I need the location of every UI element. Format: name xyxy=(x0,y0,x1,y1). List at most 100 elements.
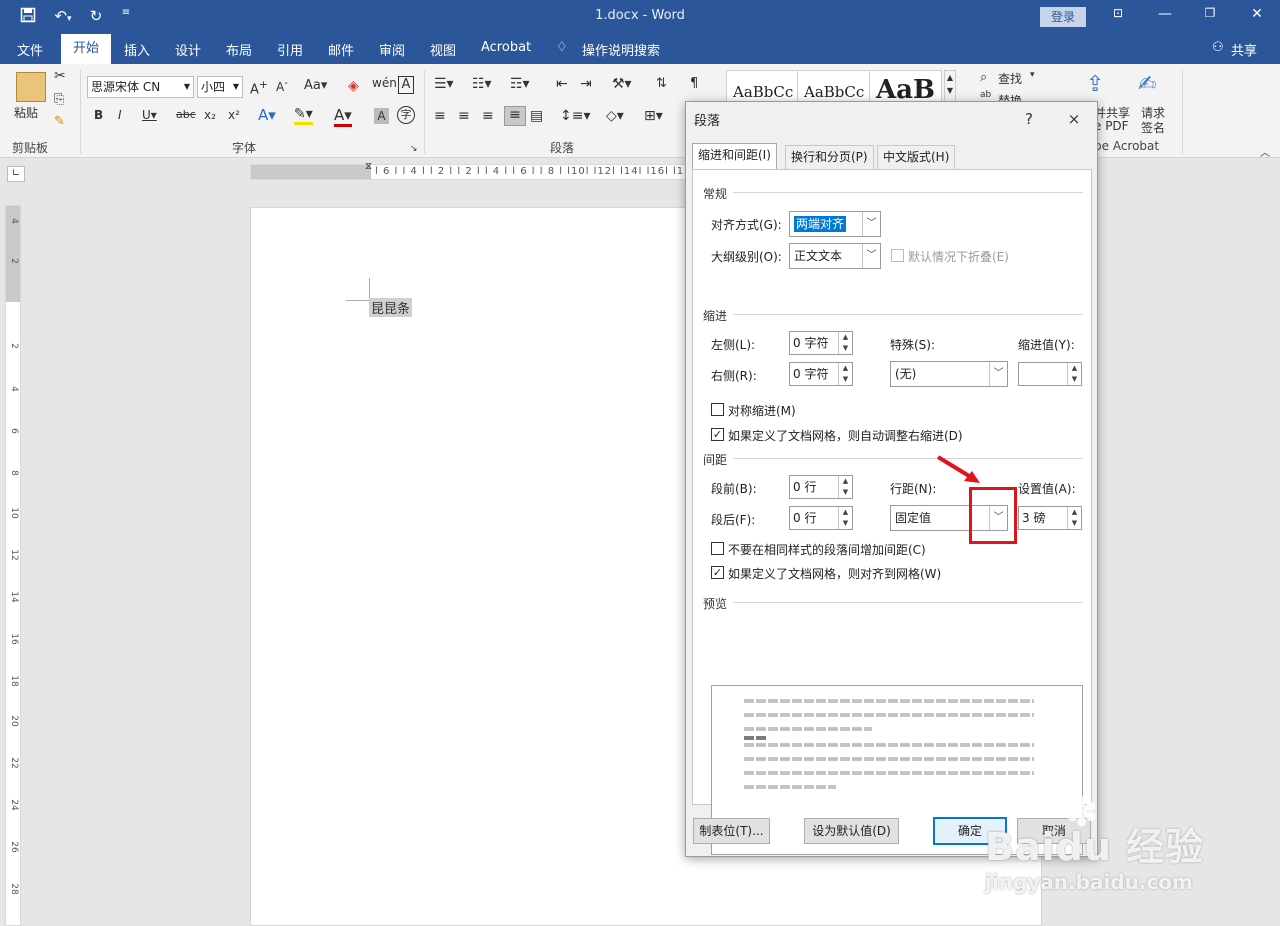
spinner-arrows[interactable]: ▲ ▼ xyxy=(1067,507,1081,529)
tab-references[interactable]: 引用 xyxy=(277,40,303,59)
special-indent-select[interactable]: (无) ﹀ xyxy=(890,361,1008,387)
close-window-icon[interactable]: ✕ xyxy=(1247,6,1267,26)
tab-file[interactable]: 文件 xyxy=(17,40,43,59)
tab-home[interactable]: 开始 xyxy=(61,34,112,64)
document-text[interactable]: 昆昆条 xyxy=(369,298,413,317)
minimize-icon[interactable]: — xyxy=(1155,6,1175,26)
tab-indents-spacing[interactable]: 缩进和间距(I) xyxy=(692,143,777,170)
collapse-default-checkbox[interactable] xyxy=(891,249,904,262)
subscript-icon[interactable]: x₂ xyxy=(204,108,216,122)
font-dialog-launcher-icon[interactable]: ↘ xyxy=(410,144,418,154)
chevron-down-icon[interactable]: ﹀ xyxy=(862,212,880,236)
spinner-arrows[interactable]: ▲ ▼ xyxy=(838,332,852,354)
align-center-icon[interactable]: ≡ xyxy=(458,108,470,124)
chevron-down-icon[interactable]: ﹀ xyxy=(862,244,880,268)
space-before-spinner[interactable]: 0 行 ▲ ▼ xyxy=(789,475,853,499)
tab-asian-typography[interactable]: 中文版式(H) xyxy=(877,145,956,169)
space-after-spinner[interactable]: 0 行 ▲ ▼ xyxy=(789,506,853,530)
superscript-icon[interactable]: x² xyxy=(228,108,240,122)
ribbon-display-icon[interactable]: ⊡ xyxy=(1108,6,1128,26)
customize-icon[interactable]: ≡ xyxy=(116,7,136,18)
change-case-icon[interactable]: Aa▾ xyxy=(304,78,327,93)
find-icon[interactable]: ⌕ xyxy=(980,70,987,85)
text-effects-icon[interactable]: A▾ xyxy=(258,106,276,124)
no-space-same-style-checkbox[interactable] xyxy=(711,542,724,555)
justify-icon[interactable]: ≡ xyxy=(504,106,526,126)
spacing-at-spinner[interactable]: 3 磅 ▲ ▼ xyxy=(1018,506,1082,530)
tab-acrobat[interactable]: Acrobat xyxy=(481,40,531,55)
increase-indent-icon[interactable]: ⇥ xyxy=(580,76,592,92)
set-default-button[interactable]: 设为默认值(D) xyxy=(804,818,899,844)
underline-icon[interactable]: U▾ xyxy=(142,108,157,122)
font-name-select[interactable]: 思源宋体 CN ▼ xyxy=(87,76,194,98)
format-painter-icon[interactable]: ✎ xyxy=(54,114,65,129)
show-marks-icon[interactable]: ¶ xyxy=(690,76,698,91)
spinner-arrows[interactable]: ▲ ▼ xyxy=(838,476,852,498)
align-left-icon[interactable]: ≡ xyxy=(434,108,446,124)
tab-insert[interactable]: 插入 xyxy=(124,40,150,59)
highlight-color-icon[interactable]: ✎▾ xyxy=(294,106,313,125)
alignment-select[interactable]: 两端对齐 ﹀ xyxy=(789,211,881,237)
undo-icon[interactable]: ↶▾ xyxy=(48,7,78,25)
grow-font-icon[interactable]: A+ xyxy=(250,78,268,97)
phonetic-guide-icon[interactable]: wén xyxy=(372,76,397,90)
cut-icon[interactable]: ✂ xyxy=(54,68,66,84)
strikethrough-icon[interactable]: abc xyxy=(176,108,196,121)
spinner-arrows[interactable]: ▲ ▼ xyxy=(838,363,852,385)
pdf-share-icon[interactable]: ⇪ xyxy=(1086,72,1104,97)
copy-icon[interactable]: ⎘ xyxy=(54,92,64,107)
chevron-down-icon[interactable]: ﹀ xyxy=(989,362,1007,386)
borders-icon[interactable]: ⊞▾ xyxy=(644,108,663,124)
tabs-button[interactable]: 制表位(T)... xyxy=(693,818,770,844)
save-icon[interactable] xyxy=(18,7,38,27)
replace-icon[interactable]: ab xyxy=(980,90,991,100)
collapse-ribbon-icon[interactable]: ︿ xyxy=(1260,144,1270,159)
font-color-icon[interactable]: A▾ xyxy=(334,106,352,127)
mirror-indent-checkbox[interactable] xyxy=(711,403,724,416)
multilevel-list-icon[interactable]: ☶▾ xyxy=(510,76,530,92)
tab-view[interactable]: 视图 xyxy=(430,40,456,59)
help-icon[interactable]: ? xyxy=(1018,108,1040,130)
sort-icon[interactable]: ⇅ xyxy=(656,76,667,91)
spinner-arrows[interactable]: ▲ ▼ xyxy=(838,507,852,529)
spinner-arrows[interactable]: ▲ ▼ xyxy=(1067,363,1081,385)
redo-icon[interactable]: ↻ xyxy=(86,7,106,25)
request-signature-label-2[interactable]: 签名 xyxy=(1141,119,1165,136)
shading-icon[interactable]: ◇▾ xyxy=(606,108,624,124)
tab-selector-icon[interactable]: ∟ xyxy=(7,166,25,182)
align-right-icon[interactable]: ≡ xyxy=(482,108,494,124)
numbering-icon[interactable]: ☷▾ xyxy=(472,76,492,92)
outline-level-select[interactable]: 正文文本 ﹀ xyxy=(789,243,881,269)
paste-button[interactable]: 粘贴 xyxy=(14,104,38,121)
font-size-select[interactable]: 小四 ▼ xyxy=(197,76,243,98)
login-button[interactable]: 登录 xyxy=(1040,7,1086,27)
tab-review[interactable]: 审阅 xyxy=(379,40,405,59)
tab-line-page-breaks[interactable]: 换行和分页(P) xyxy=(785,145,874,169)
snap-to-grid-checkbox[interactable]: ✓ xyxy=(711,566,724,579)
tab-mailings[interactable]: 邮件 xyxy=(328,40,354,59)
decrease-indent-icon[interactable]: ⇤ xyxy=(556,76,568,92)
bullets-icon[interactable]: ☰▾ xyxy=(434,76,454,92)
line-spacing-icon[interactable]: ↕≡▾ xyxy=(560,108,591,124)
auto-adjust-checkbox[interactable]: ✓ xyxy=(711,428,724,441)
sign-request-icon[interactable]: ✍ xyxy=(1138,72,1156,97)
restore-icon[interactable]: ❐ xyxy=(1200,6,1220,26)
indent-by-spinner[interactable]: ▲ ▼ xyxy=(1018,362,1082,386)
shrink-font-icon[interactable]: A- xyxy=(276,78,288,94)
enclose-char-icon[interactable]: 字 xyxy=(397,106,415,124)
indent-marker-icon[interactable]: ⧖ xyxy=(365,161,372,172)
indent-right-spinner[interactable]: 0 字符 ▲ ▼ xyxy=(789,362,853,386)
bold-icon[interactable]: B xyxy=(94,108,103,122)
char-border-icon[interactable]: A xyxy=(398,76,414,94)
tell-me-search[interactable]: 操作说明搜索 xyxy=(582,40,660,59)
italic-icon[interactable]: I xyxy=(118,108,122,122)
tab-design[interactable]: 设计 xyxy=(175,40,201,59)
clipboard-paste-icon[interactable] xyxy=(16,72,46,102)
distributed-icon[interactable]: ▤ xyxy=(530,108,543,124)
dialog-close-icon[interactable]: × xyxy=(1063,108,1085,130)
chinese-layout-icon[interactable]: ⚒▾ xyxy=(612,76,632,92)
find-button[interactable]: 查找 xyxy=(998,70,1022,87)
find-dropdown-icon[interactable]: ▾ xyxy=(1030,70,1035,80)
share-button[interactable]: 共享 xyxy=(1231,40,1257,59)
create-pdf-label-2[interactable]: e PDF xyxy=(1094,119,1129,133)
